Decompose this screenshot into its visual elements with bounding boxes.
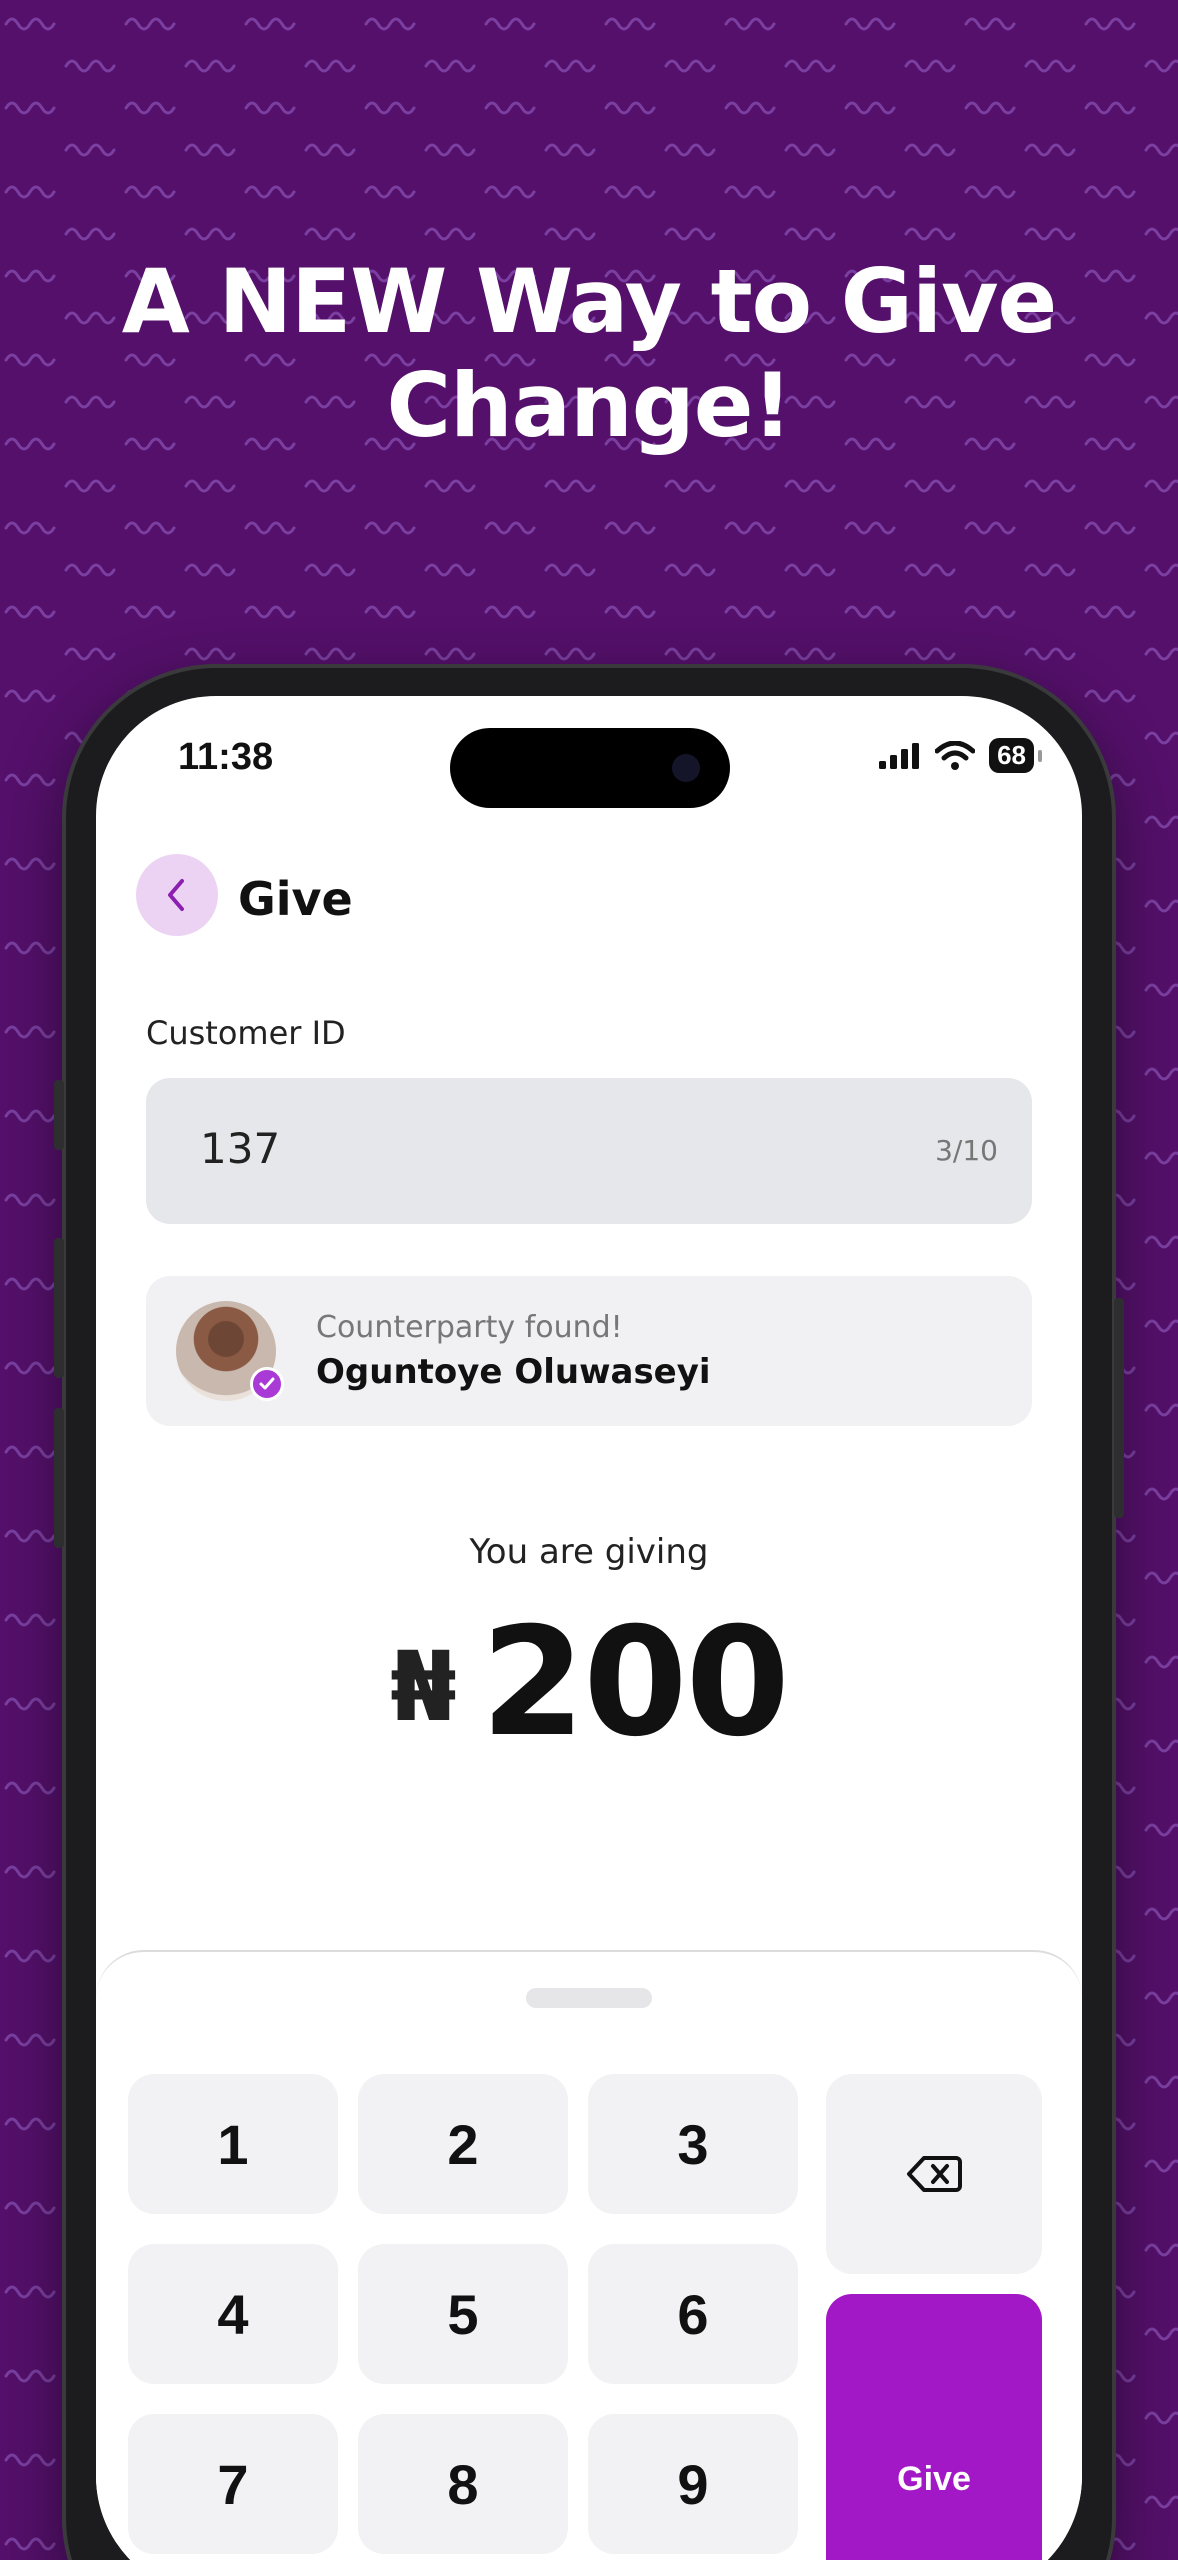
battery-icon: 68 xyxy=(989,738,1042,773)
keypad-key-3[interactable]: 3 xyxy=(588,2074,798,2214)
phone-screen: 11:38 68 Give Customer ID 137 3/10 Count… xyxy=(96,696,1082,2560)
headline-line-2: Change! xyxy=(386,354,792,457)
keypad-key-4[interactable]: 4 xyxy=(128,2244,338,2384)
currency-symbol: ₦ xyxy=(390,1631,457,1743)
chevron-left-icon xyxy=(168,879,184,911)
giving-label: You are giving xyxy=(469,1532,709,1572)
keypad-key-7[interactable]: 7 xyxy=(128,2414,338,2554)
backspace-icon xyxy=(907,2156,962,2192)
headline-line-1: A NEW Way to Give xyxy=(121,250,1057,353)
keypad-key-9[interactable]: 9 xyxy=(588,2414,798,2554)
promo-headline: A NEW Way to Give Change! xyxy=(0,250,1178,458)
cellular-signal-icon xyxy=(879,742,920,769)
keypad-key-2[interactable]: 2 xyxy=(358,2074,568,2214)
counterparty-name: Oguntoye Oluwaseyi xyxy=(316,1352,711,1392)
status-icons: 68 xyxy=(877,738,1042,773)
phone-volume-up-button xyxy=(54,1238,64,1378)
keypad-key-5[interactable]: 5 xyxy=(358,2244,568,2384)
status-time: 11:38 xyxy=(178,736,274,778)
customer-id-label: Customer ID xyxy=(146,1014,346,1052)
page-title: Give xyxy=(238,872,353,926)
camera-icon xyxy=(672,754,700,782)
phone-power-button xyxy=(1114,1298,1124,1518)
keypad-key-1[interactable]: 1 xyxy=(128,2074,338,2214)
amount-display: ₦ 200 xyxy=(96,1596,1082,1770)
keypad-key-8[interactable]: 8 xyxy=(358,2414,568,2554)
amount-value: 200 xyxy=(480,1596,790,1770)
wifi-icon xyxy=(935,740,976,770)
customer-id-char-counter: 3/10 xyxy=(935,1134,998,1167)
customer-id-value: 137 xyxy=(200,1124,281,1173)
phone-action-button xyxy=(54,1080,64,1150)
keypad-sheet: 1 2 3 4 5 6 7 8 9 Give xyxy=(96,1950,1082,2560)
keypad-key-6[interactable]: 6 xyxy=(588,2244,798,2384)
check-badge-icon xyxy=(250,1367,284,1401)
give-button[interactable]: Give xyxy=(826,2294,1042,2560)
counterparty-card: Counterparty found! Oguntoye Oluwaseyi xyxy=(146,1276,1032,1426)
counterparty-status: Counterparty found! xyxy=(316,1310,623,1345)
back-button[interactable] xyxy=(136,854,218,936)
avatar xyxy=(176,1301,284,1401)
backspace-button[interactable] xyxy=(826,2074,1042,2274)
phone-volume-down-button xyxy=(54,1408,64,1548)
sheet-drag-handle[interactable] xyxy=(526,1988,652,2008)
dynamic-island xyxy=(450,728,730,808)
customer-id-input[interactable]: 137 3/10 xyxy=(146,1078,1032,1224)
